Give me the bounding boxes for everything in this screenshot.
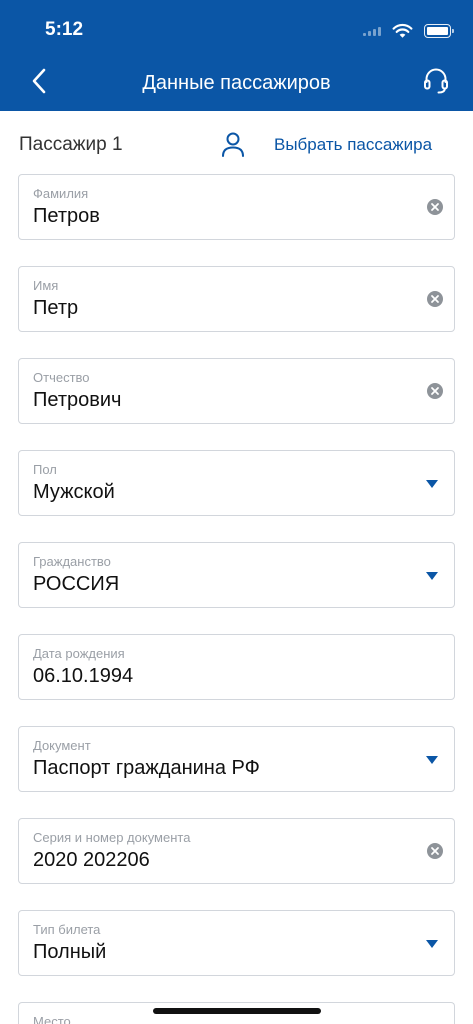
field-label: Тип билета [33,922,101,937]
field-label: Пол [33,462,57,477]
document-number-field[interactable]: Серия и номер документа 2020 202206 [18,818,455,884]
headset-icon [424,68,448,94]
field-value[interactable]: Петрович [33,388,121,412]
clear-icon[interactable] [426,198,444,216]
patronymic-field[interactable]: Отчество Петрович [18,358,455,424]
field-label: Гражданство [33,554,111,569]
field-label: Дата рождения [33,646,125,661]
field-value: РОССИЯ [33,573,120,595]
status-time: 5:12 [45,19,84,40]
back-button[interactable] [22,64,56,98]
choose-passenger-link[interactable]: Выбрать пассажира [274,135,432,155]
field-value[interactable]: 06.10.1994 [33,664,133,688]
document-type-select[interactable]: Документ Паспорт гражданина РФ [18,726,455,792]
passenger-header: Пассажир 1 Выбрать пассажира [0,111,473,173]
field-label: Имя [33,278,59,293]
chevron-left-icon [32,68,46,94]
citizenship-select[interactable]: Гражданство РОССИЯ [18,542,455,608]
first-name-field[interactable]: Имя Петр [18,266,455,332]
field-value: Полный [33,941,107,963]
clear-icon[interactable] [426,842,444,860]
field-value[interactable]: Петров [33,204,100,228]
field-label: Отчество [33,370,90,385]
field-label: Серия и номер документа [33,830,191,845]
gender-select[interactable]: Пол Мужской [18,450,455,516]
status-icons [363,22,454,40]
field-value[interactable]: Петр [33,296,78,320]
home-indicator [153,1008,321,1014]
field-label: Фамилия [33,186,89,201]
dropdown-triangle-icon[interactable] [426,572,438,580]
clear-icon[interactable] [426,382,444,400]
field-label: Место [33,1014,71,1024]
ticket-type-select[interactable]: Тип билета Полный [18,910,455,976]
passenger-title: Пассажир 1 [19,134,123,155]
dropdown-triangle-icon[interactable] [426,480,438,488]
wifi-icon [392,23,413,38]
cellular-signal-icon [363,26,381,36]
dropdown-triangle-icon[interactable] [426,940,438,948]
field-value: Паспорт гражданина РФ [33,757,260,779]
field-value: Мужской [33,481,115,503]
last-name-field[interactable]: Фамилия Петров [18,174,455,240]
person-icon[interactable] [219,130,247,158]
birth-date-field[interactable]: Дата рождения 06.10.1994 [18,634,455,700]
dropdown-triangle-icon[interactable] [426,756,438,764]
field-label: Документ [33,738,91,753]
field-value[interactable]: 2020 202206 [33,848,150,872]
page-title: Данные пассажиров [142,72,331,94]
battery-icon [424,24,454,38]
top-bar: 5:12 Данные пассажиров [0,0,473,111]
support-button[interactable] [419,64,453,98]
clear-icon[interactable] [426,290,444,308]
